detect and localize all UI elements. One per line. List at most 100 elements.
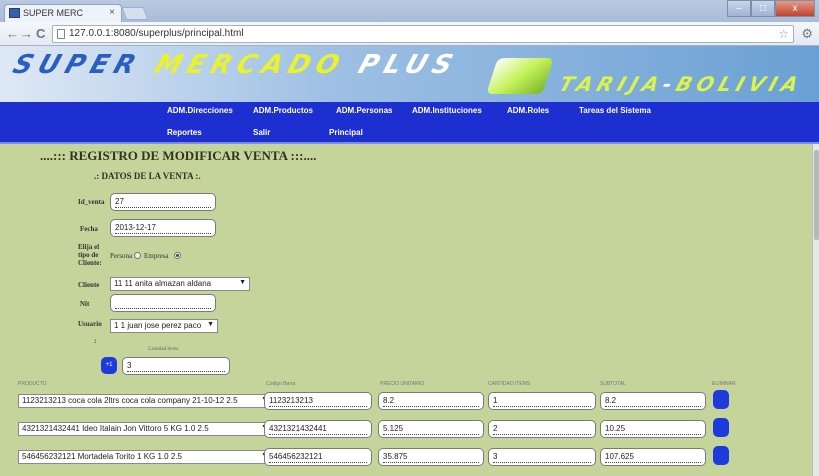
add-item-button[interactable]: +1 (101, 357, 117, 374)
close-window-button[interactable]: x (775, 0, 815, 17)
item-producto-value: 4321321432441 Ideo Italain Jon Vittoro 5… (22, 424, 209, 433)
item-precio-value: 8.2 (383, 396, 395, 405)
tab-title: SUPER MERC (23, 8, 84, 18)
item-subtotal-input[interactable]: 10.25 (600, 420, 706, 438)
item-subtotal-value: 10.25 (605, 424, 626, 433)
col-header-cantidad: CANTIDAD ITEMS (488, 381, 531, 387)
radio-persona[interactable] (134, 252, 141, 259)
item-producto-value: 546456232121 Mortadela Torito 1 KG 1.0 2… (22, 452, 182, 461)
item-precio-input[interactable]: 5.125 (378, 420, 484, 438)
item-subtotal-input[interactable]: 107.625 (600, 448, 706, 466)
bookmark-star-icon[interactable]: ☆ (778, 27, 789, 41)
menu-adm-personas[interactable]: ADM.Personas (336, 106, 392, 115)
item-precio-input[interactable]: 8.2 (378, 392, 484, 410)
banner-subtitle: TARIJA-BOLIVIA (556, 72, 806, 96)
item-producto-select[interactable]: 4321321432441 Ideo Italain Jon Vittoro 5… (18, 422, 272, 436)
browser-tabbar: SUPER MERC × – □ x (0, 0, 819, 22)
item-producto-value: 1123213213 coca cola 2ltrs coca cola com… (22, 396, 238, 405)
nit-input[interactable] (110, 294, 216, 312)
page-title: ....::: REGISTRO DE MODIFICAR VENTA :::.… (40, 148, 317, 163)
item-precio-input[interactable]: 35.875 (378, 448, 484, 466)
item-codigo-input[interactable]: 4321321432441 (264, 420, 372, 438)
cliente-value: 11 11 anita almazan aldana (114, 279, 212, 288)
usuario-select[interactable]: 1 1 juan jose perez paco ▼ (110, 319, 218, 333)
col-header-precio: PRECIO UNITARIO (380, 381, 425, 387)
item-codigo-input[interactable]: 546456232121 (264, 448, 372, 466)
menu-salir[interactable]: Salir (253, 128, 270, 137)
address-bar[interactable]: 127.0.0.1:8080/superplus/principal.html … (52, 25, 794, 43)
menu-reportes[interactable]: Reportes (167, 128, 202, 137)
vertical-scrollbar[interactable] (812, 144, 819, 476)
fecha-value: 2013-12-17 (115, 223, 156, 232)
settings-wrench-icon[interactable]: ⚙ (801, 26, 813, 42)
fecha-label: Fecha (80, 225, 98, 233)
item-subtotal-value: 107.625 (605, 452, 634, 461)
banner-subtitle-tarija: TARIJA (556, 72, 668, 96)
fecha-input[interactable]: 2013-12-17 (110, 219, 216, 237)
banner-title-super: SUPER (9, 50, 146, 80)
banner-title-plus: PLUS (354, 50, 463, 80)
site-banner: SUPER MERCADO PLUS TARIJA-BOLIVIA (0, 46, 819, 102)
browser-toolbar: ← → C 127.0.0.1:8080/superplus/principal… (0, 22, 819, 46)
item-precio-value: 35.875 (383, 452, 408, 461)
item-subtotal-input[interactable]: 8.2 (600, 392, 706, 410)
radio-empresa[interactable] (174, 252, 181, 259)
cliente-select[interactable]: 11 11 anita almazan aldana ▼ (110, 277, 250, 291)
id-venta-input[interactable]: 27 (110, 193, 216, 211)
forward-arrow-icon[interactable]: → (20, 26, 33, 41)
section-title: .: DATOS DE LA VENTA :. (94, 171, 201, 181)
scrollbar-thumb[interactable] (814, 150, 819, 240)
menu-adm-roles[interactable]: ADM.Roles (507, 106, 549, 115)
browser-tab[interactable]: SUPER MERC × (4, 4, 122, 22)
tab-close-icon[interactable]: × (109, 7, 115, 18)
id-venta-label: Id_venta (78, 198, 105, 206)
maximize-button[interactable]: □ (751, 0, 775, 17)
item-codigo-value: 1123213213 (269, 396, 313, 405)
radio-empresa-label: Empresa (144, 252, 169, 260)
nit-label: Nit (80, 300, 90, 308)
address-url: 127.0.0.1:8080/superplus/principal.html (69, 28, 244, 39)
item-codigo-input[interactable]: 1123213213 (264, 392, 372, 410)
menu-tareas-sistema[interactable]: Tareas del Sistema (579, 106, 651, 115)
item-producto-select[interactable]: 1123213213 coca cola 2ltrs coca cola com… (18, 394, 272, 408)
chevron-down-icon: ▼ (239, 279, 246, 286)
menu-adm-direcciones[interactable]: ADM.Direcciones (167, 106, 233, 115)
tipo-cliente-label-1: Elija el (78, 243, 100, 251)
minimize-button[interactable]: – (727, 0, 751, 17)
item-cantidad-input[interactable]: 1 (488, 392, 596, 410)
menu-principal[interactable]: Principal (329, 128, 363, 137)
tipo-cliente-label-3: Cliente: (78, 259, 102, 267)
item-cantidad-value: 1 (493, 396, 498, 405)
banner-title: SUPER MERCADO PLUS (9, 50, 462, 80)
cantidad-items-value: 3 (127, 361, 132, 370)
col-header-codigo: Codigo Barra (266, 381, 296, 387)
back-arrow-icon[interactable]: ← (6, 26, 19, 41)
delete-item-button[interactable] (713, 446, 729, 465)
id-venta-value: 27 (115, 197, 124, 206)
chevron-down-icon: ▼ (207, 321, 214, 328)
cantidad-items-label: Cantidad Items (148, 347, 179, 352)
t-logo-icon (486, 58, 554, 94)
cliente-label: Cliente (78, 281, 100, 289)
tipo-cliente-label-2: tipo de (78, 251, 99, 259)
delete-item-button[interactable] (713, 390, 729, 409)
item-precio-value: 5.125 (383, 424, 404, 433)
col-header-subtotal: SUBTOTAL (600, 381, 626, 387)
reload-icon[interactable]: C (36, 26, 45, 41)
menu-adm-productos[interactable]: ADM.Productos (253, 106, 313, 115)
menu-adm-instituciones[interactable]: ADM.Instituciones (412, 106, 482, 115)
cantidad-items-input[interactable]: 3 (122, 357, 230, 375)
item-codigo-value: 4321321432441 (269, 424, 327, 433)
delete-item-button[interactable] (713, 418, 729, 437)
new-tab-button[interactable] (121, 7, 149, 20)
page-icon (57, 29, 65, 39)
item-cantidad-input[interactable]: 2 (488, 420, 596, 438)
item-subtotal-value: 8.2 (605, 396, 617, 405)
col-header-producto: PRODUCTO (18, 381, 47, 387)
item-producto-select[interactable]: 546456232121 Mortadela Torito 1 KG 1.0 2… (18, 450, 272, 464)
main-menu: ADM.Direcciones ADM.Productos ADM.Person… (0, 102, 819, 144)
usuario-colon: : (94, 337, 97, 345)
col-header-eliminar: ELIMINAR (712, 381, 736, 387)
window-controls: – □ x (727, 0, 815, 17)
item-cantidad-input[interactable]: 3 (488, 448, 596, 466)
